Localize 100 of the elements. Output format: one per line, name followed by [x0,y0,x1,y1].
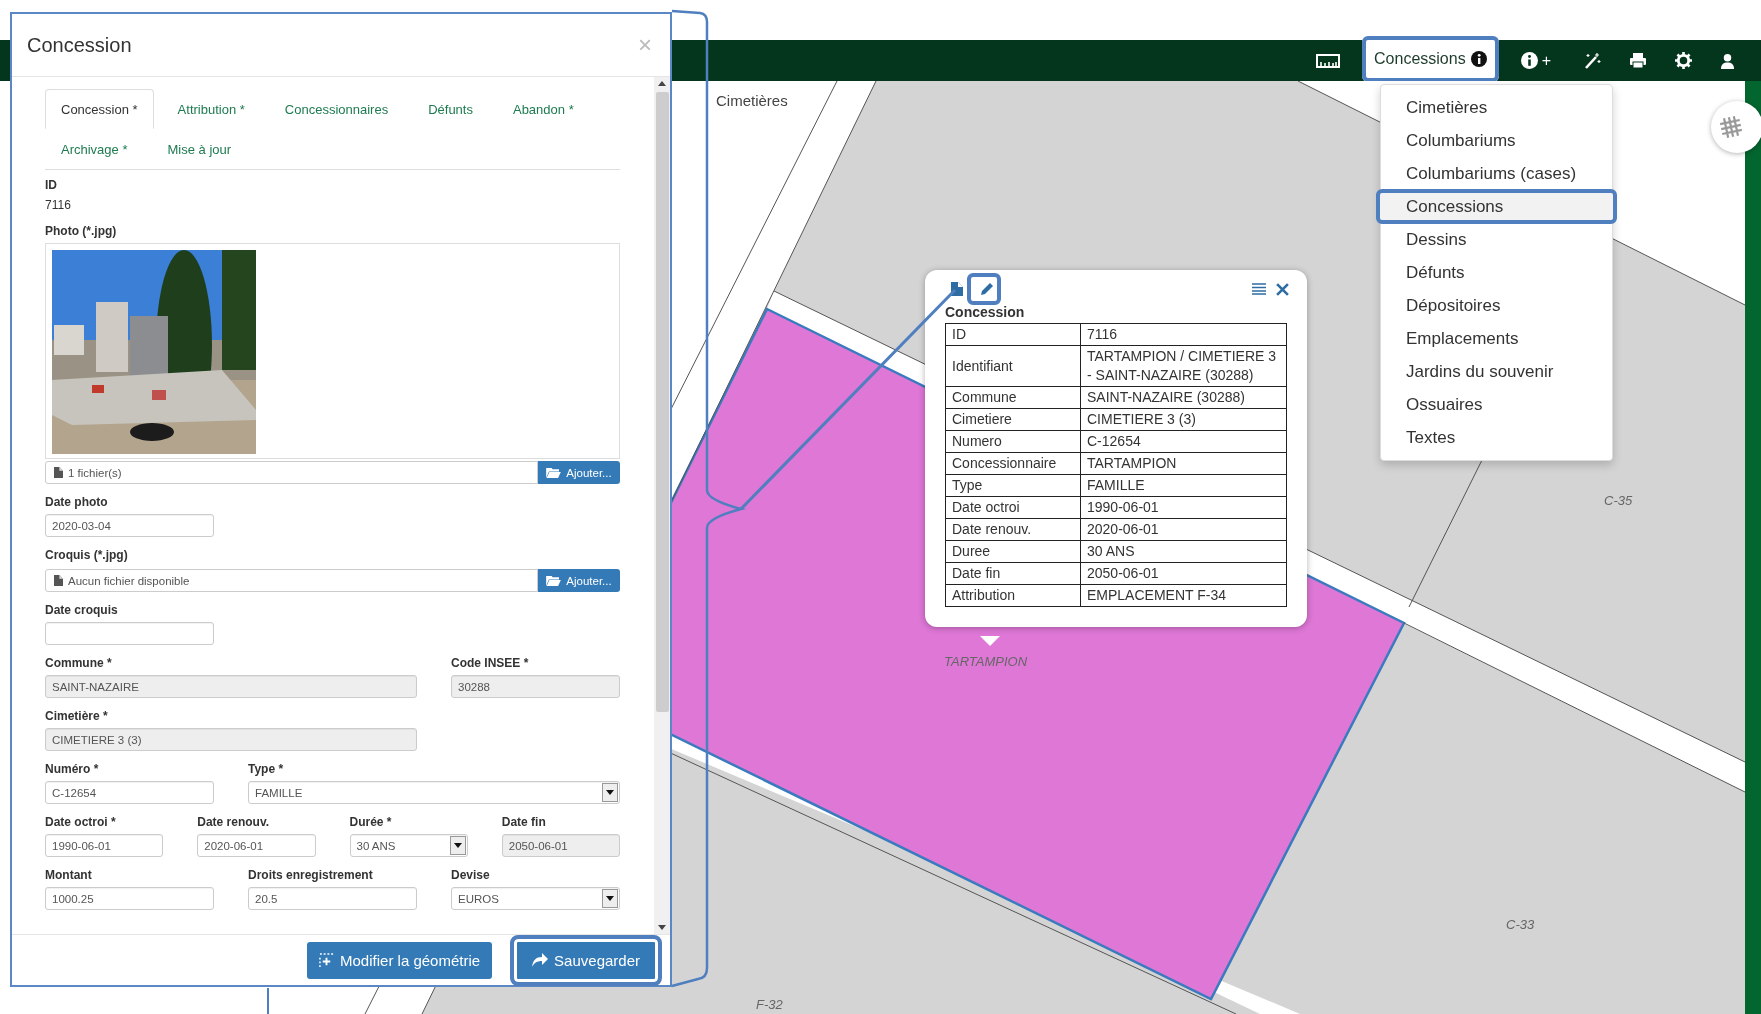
menu-item[interactable]: Dépositoires [1381,289,1612,322]
grid-icon [1719,115,1743,139]
map-label: Cimetières [716,92,788,109]
save-button[interactable]: Sauvegarder [510,934,662,986]
table-cell: TARTAMPION [1080,452,1287,475]
menu-item[interactable]: Columbariums (cases) [1381,157,1612,190]
menu-item[interactable]: Textes [1381,421,1612,454]
table-cell: 2050-06-01 [1080,562,1287,585]
popup-pointer [980,636,1000,646]
layer-button[interactable]: Concessions [1362,35,1499,82]
table-cell: Concessionnaire [945,452,1081,475]
scroll-down-icon[interactable] [658,925,666,930]
user-icon [1720,52,1735,69]
map-label: F-32 [756,997,783,1012]
table-cell: TARTAMPION / CIMETIERE 3 - SAINT-NAZAIRE (30288) [1080,345,1287,387]
table-cell: ID [945,323,1081,346]
input-field[interactable]: 2020-03-04 [45,514,214,537]
dialog-title: Concession [27,33,133,57]
menu-item[interactable]: Columbariums [1381,124,1612,157]
menu-item[interactable]: Concessions [1377,190,1616,223]
ruler-icon [1316,53,1341,68]
table-cell: EMPLACEMENT F-34 [1080,584,1287,607]
menu-item[interactable]: Dessins [1381,223,1612,256]
input-field[interactable]: 2020-06-01 [197,834,316,857]
folder-icon [546,575,562,586]
edit-button[interactable] [967,273,1001,305]
field-label: Durée * [349,815,393,829]
table-cell: Date octroi [945,496,1081,519]
menu-item[interactable]: Ossuaires [1381,388,1612,421]
field-label: Date renouv. [197,815,271,829]
info-icon [1470,50,1487,67]
document-icon[interactable] [951,282,963,296]
field-label: Numéro * [45,762,100,776]
tab[interactable]: Abandon * [496,89,590,129]
caret-icon [602,783,618,802]
field-label: Commune * [45,656,113,670]
add-info-button[interactable]: + [1514,47,1557,74]
file-icon [54,467,63,478]
table-cell: FAMILLE [1080,474,1287,497]
menu-item[interactable]: Emplacements [1381,322,1612,355]
add-shape-icon [319,952,335,968]
scroll-thumb[interactable] [655,92,669,712]
settings-icon [1675,52,1692,69]
field-label: ID [45,178,58,192]
tab[interactable]: Archivage * [45,129,144,169]
field-label: Type * [248,762,285,776]
input-field[interactable]: 20.5 [248,887,417,910]
wand-icon [1583,51,1601,70]
list-icon[interactable] [1252,283,1266,295]
edit-geometry-button[interactable]: Modifier la géométrie [307,941,493,979]
field-label: Cimetière * [45,709,109,723]
input-field[interactable]: C-12654 [45,781,214,804]
tab[interactable]: Concession * [45,89,154,129]
tab[interactable]: Défunts [412,89,489,129]
menu-item[interactable]: Cimetières [1381,91,1612,124]
field-label: Photo (*.jpg) [45,224,118,238]
select-field[interactable]: FAMILLE [248,781,620,804]
table-cell: Commune [945,386,1081,409]
field-label: Croquis (*.jpg) [45,548,129,562]
field-label: Montant [45,868,93,882]
input-field[interactable]: 1000.25 [45,887,214,910]
plus-label: + [1541,51,1551,70]
input-field[interactable]: 1990-06-01 [45,834,164,857]
table-cell: Type [945,474,1081,497]
tab[interactable]: Concessionnaires [268,89,405,129]
select-field[interactable]: EUROS [451,887,620,910]
file-icon [54,575,63,586]
info-icon [1520,52,1538,69]
pencil-icon [979,281,995,297]
table-cell: C-12654 [1080,430,1287,453]
file-status: Aucun fichier disponible [68,574,190,587]
map-label: TARTAMPION [944,654,1028,669]
table-cell: 30 ANS [1080,540,1287,563]
table-cell: 7116 [1080,323,1287,346]
file-field[interactable]: Aucun fichier disponible [45,569,538,592]
select-field[interactable]: 30 ANS [349,834,468,857]
caret-icon [449,836,466,855]
add-file-button[interactable]: Ajouter... [538,461,620,484]
file-status: 1 fichier(s) [68,466,122,479]
folder-icon [546,467,562,478]
table-cell: Duree [945,540,1081,563]
tab[interactable]: Mise à jour [151,129,248,169]
field-label: Date croquis [45,603,119,617]
tab[interactable]: Attribution * [161,89,261,129]
scrollbar[interactable] [654,77,670,934]
field-label: Droits enregistrement [248,868,374,882]
menu-item[interactable]: Jardins du souvenir [1381,355,1612,388]
table-cell: Date renouv. [945,518,1081,541]
add-file-button[interactable]: Ajouter... [538,569,620,592]
table-cell: Date fin [945,562,1081,585]
input-field[interactable] [45,622,214,645]
field-label: Date octroi * [45,815,117,829]
menu-item[interactable]: Défunts [1381,256,1612,289]
table-cell: CIMETIERE 3 (3) [1080,408,1287,431]
close-icon[interactable] [1276,282,1289,296]
table-cell: SAINT-NAZAIRE (30288) [1080,386,1287,409]
share-arrow-icon [532,953,549,967]
file-field[interactable]: 1 fichier(s) [45,461,538,484]
popup-title: Concession [945,304,1026,320]
table-cell: 1990-06-01 [1080,496,1287,519]
